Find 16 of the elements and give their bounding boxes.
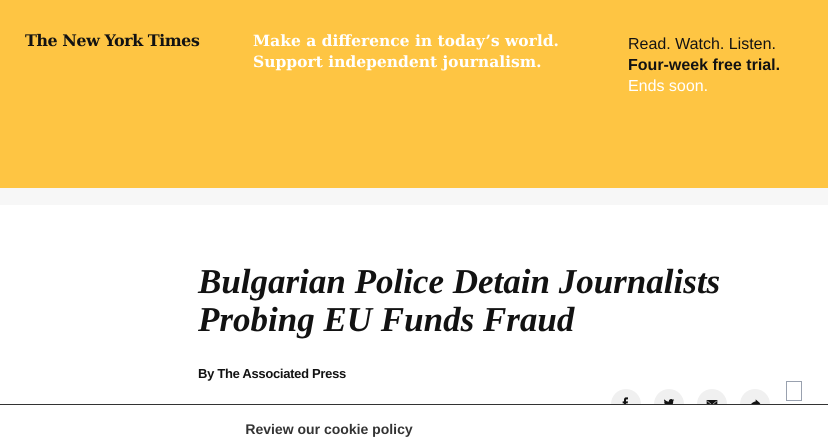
banner-headline: Make a difference in today’s world. xyxy=(253,30,560,51)
subscription-banner[interactable]: The New York Times Make a difference in today’s world. Support independent journalism. Read. Watch. Listen. Four-week free trial. Ends soon. xyxy=(0,0,828,188)
email-icon[interactable] xyxy=(697,389,727,404)
byline: By The Associated Press xyxy=(198,365,347,383)
cookie-policy-link[interactable]: Review our cookie policy xyxy=(245,419,413,440)
article-headline: Probing EU Funds Fraud xyxy=(198,301,576,339)
offer-text: Ends soon. xyxy=(628,77,710,97)
twitter-icon[interactable] xyxy=(654,389,684,404)
offer-text: Read. Watch. Listen. xyxy=(628,35,777,55)
newspaper-logo[interactable]: The New York Times xyxy=(25,30,225,52)
facebook-icon[interactable] xyxy=(611,389,641,404)
banner-headline: Support independent journalism. xyxy=(253,51,543,72)
article-headline: Bulgarian Police Detain Journalists xyxy=(198,263,722,301)
share-icon[interactable] xyxy=(740,389,770,404)
bookmark-icon[interactable] xyxy=(786,381,802,401)
offer-text: Four-week free trial. xyxy=(628,56,780,76)
